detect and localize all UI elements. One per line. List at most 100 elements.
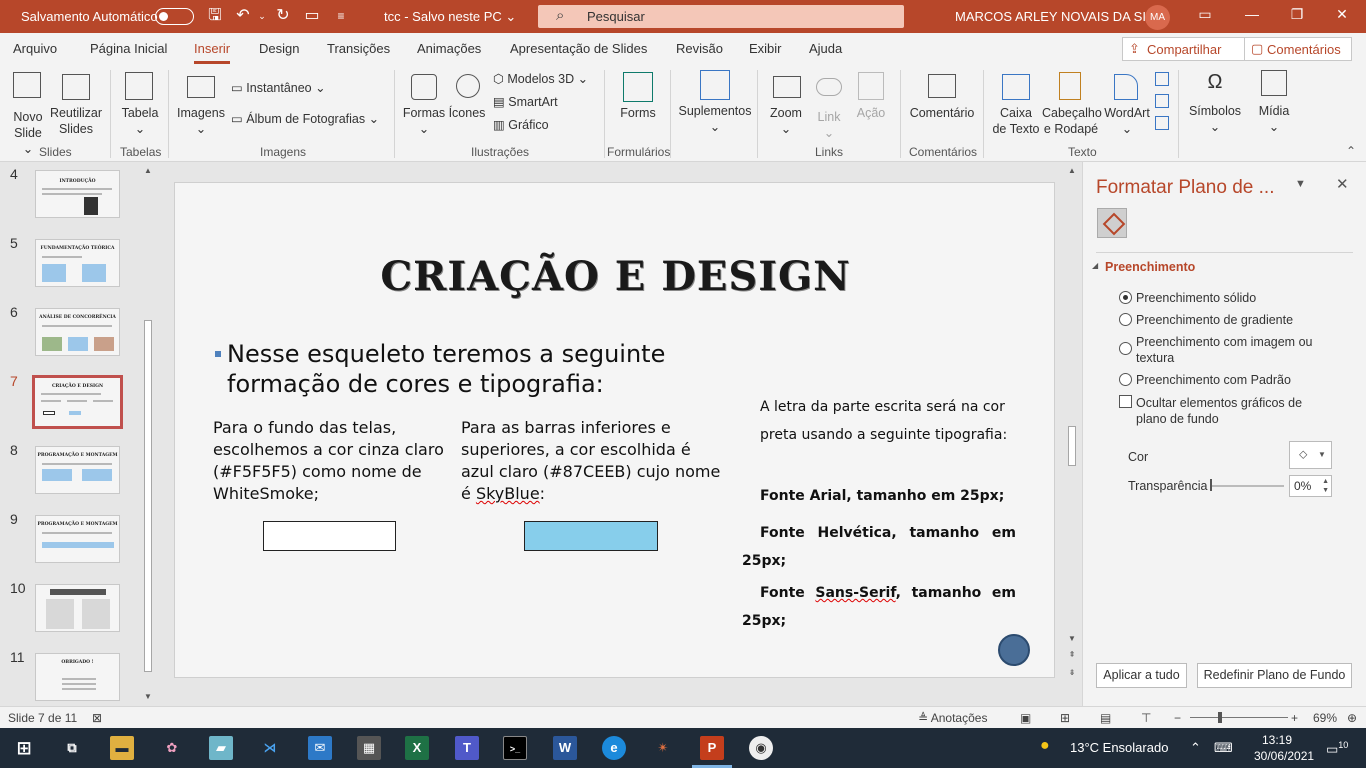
tab-exibir[interactable]: Exibir — [749, 41, 782, 56]
slide-thumbnail[interactable]: FUNDAMENTAÇÃO TEÓRICA — [35, 239, 120, 287]
share-button[interactable]: ⇪ Compartilhar — [1122, 37, 1259, 61]
tab-design[interactable]: Design — [259, 41, 299, 56]
slide-title[interactable]: CRIAÇÃO E DESIGN — [175, 253, 1056, 300]
reading-view-icon[interactable]: ▤ — [1100, 711, 1111, 725]
slide-scrollbar[interactable]: ▲ ▼ ⇞ ⇟ — [1066, 162, 1078, 706]
task-view-icon[interactable]: ⧉ — [60, 736, 84, 760]
normal-view-icon[interactable]: ▣ — [1020, 711, 1031, 725]
table-button[interactable]: Tabela ⌄ — [118, 105, 162, 137]
avatar[interactable]: MA — [1145, 5, 1170, 30]
present-icon[interactable]: ▭ — [302, 6, 322, 26]
calculator-icon[interactable]: ▦ — [357, 736, 381, 760]
images-button[interactable]: Imagens ⌄ — [176, 105, 226, 137]
slide-bullet-text[interactable]: Nesse esqueleto teremos a seguinte forma… — [215, 339, 755, 399]
date-time-icon[interactable] — [1155, 72, 1169, 86]
slide-text-font-intro[interactable]: A letra da parte escrita será na cor pre… — [760, 393, 1020, 449]
tab-pagina-inicial[interactable]: Página Inicial — [90, 41, 167, 56]
edge-icon[interactable]: e — [602, 736, 626, 760]
slide-text-bars[interactable]: Para as barras inferiores e superiores, … — [461, 417, 727, 505]
thumbnail-scrollbar[interactable]: ▲ ▼ — [142, 162, 154, 706]
slide-number-icon[interactable] — [1155, 94, 1169, 108]
teams-icon[interactable]: T — [455, 736, 479, 760]
header-footer-button[interactable]: Cabeçalho e Rodapé — [1042, 105, 1102, 137]
chart-button[interactable]: ▥ Gráfico — [493, 117, 549, 133]
word-icon[interactable]: W — [553, 736, 577, 760]
close-icon[interactable]: ✕ — [1336, 175, 1349, 193]
scroll-up-icon[interactable]: ▲ — [142, 166, 154, 175]
slide-text-font2[interactable]: Fonte Helvética, tamanho em 25px; — [742, 519, 1016, 575]
scroll-thumb[interactable] — [144, 320, 152, 672]
ribbon-display-icon[interactable]: ▭ — [1193, 6, 1217, 26]
tab-transicoes[interactable]: Transições — [327, 41, 390, 56]
app-icon[interactable]: ▰ — [209, 736, 233, 760]
pane-options-icon[interactable]: ▼ — [1295, 178, 1306, 190]
undo-dropdown-icon[interactable]: ⌄ — [252, 6, 272, 26]
whitesmoke-swatch[interactable] — [263, 521, 396, 551]
gradient-fill-radio[interactable] — [1119, 313, 1132, 326]
minimize-icon[interactable]: — — [1240, 6, 1264, 26]
wordart-button[interactable]: WordArt ⌄ — [1101, 105, 1153, 137]
tab-inserir[interactable]: Inserir — [194, 41, 231, 64]
smartart-button[interactable]: ▤ SmartArt — [493, 94, 558, 110]
vscode-icon[interactable]: ⋊ — [258, 736, 282, 760]
tab-animacoes[interactable]: Animações — [417, 41, 481, 56]
collapse-ribbon-icon[interactable]: ⌃ — [1346, 144, 1356, 158]
scroll-down-icon[interactable]: ▼ — [1066, 634, 1078, 643]
tab-revisao[interactable]: Revisão — [676, 41, 723, 56]
zoom-level[interactable]: 69% — [1313, 711, 1337, 725]
slide-text-background[interactable]: Para o fundo das telas, escolhemos a cor… — [213, 417, 445, 505]
pattern-fill-radio[interactable] — [1119, 373, 1132, 386]
weather-sun-icon[interactable]: ● — [1040, 737, 1050, 755]
undo-icon[interactable]: ↶ — [233, 6, 253, 26]
symbols-button[interactable]: Símbolos ⌄ — [1186, 103, 1244, 135]
apply-to-all-button[interactable]: Aplicar a tudo — [1096, 663, 1187, 688]
zoom-button[interactable]: Zoom ⌄ — [766, 105, 806, 137]
slide-thumbnail[interactable]: ANÁLISE DE CONCORRÊNCIA — [35, 308, 120, 356]
autosave-toggle[interactable] — [155, 8, 194, 25]
spinner-icon[interactable]: ▲ ▼ — [1322, 477, 1329, 495]
fill-bucket-icon[interactable] — [1097, 208, 1127, 238]
reset-background-button[interactable]: Redefinir Plano de Fundo — [1197, 663, 1352, 688]
tab-apresentacao[interactable]: Apresentação de Slides — [510, 41, 647, 56]
action-button[interactable]: Ação — [853, 105, 889, 121]
shapes-button[interactable]: Formas ⌄ — [401, 105, 447, 137]
slide-canvas[interactable]: CRIAÇÃO E DESIGN Nesse esqueleto teremos… — [174, 182, 1055, 678]
weather-text[interactable]: 13°C Ensolarado — [1070, 740, 1168, 755]
save-icon[interactable]: 🖫 — [205, 6, 225, 26]
slide-text-font3[interactable]: Fonte Sans-Serif, tamanho em 25px; — [742, 579, 1016, 635]
scroll-up-icon[interactable]: ▲ — [1066, 166, 1078, 175]
object-icon[interactable] — [1155, 116, 1169, 130]
icons-button[interactable]: Ícones — [447, 105, 487, 121]
forms-button[interactable]: Forms — [615, 105, 661, 121]
tab-ajuda[interactable]: Ajuda — [809, 41, 842, 56]
document-title[interactable]: tcc - Salvo neste PC ⌄ — [384, 9, 516, 25]
slideshow-icon[interactable]: ⊤ — [1141, 711, 1151, 725]
clock[interactable]: 13:19 30/06/2021 — [1254, 732, 1314, 764]
comments-button[interactable]: ▢ Comentários — [1244, 37, 1352, 61]
slide-sorter-icon[interactable]: ⊞ — [1060, 711, 1070, 725]
fill-section-header[interactable]: Preenchimento — [1092, 260, 1195, 274]
addins-button[interactable]: Suplementos ⌄ — [678, 103, 752, 135]
restore-icon[interactable]: ❐ — [1285, 6, 1309, 26]
zoom-in-icon[interactable]: + — [1291, 711, 1298, 725]
file-explorer-icon[interactable]: ▬ — [110, 736, 134, 760]
accessibility-icon[interactable]: ⊠ — [92, 711, 102, 725]
close-icon[interactable]: ✕ — [1330, 6, 1354, 26]
screenshot-button[interactable]: ▭ Instantâneo ⌄ — [231, 80, 326, 96]
slide-thumbnail[interactable] — [35, 584, 120, 632]
redo-icon[interactable]: ↻ — [273, 6, 293, 26]
reuse-slides-button[interactable]: Reutilizar Slides — [49, 105, 103, 137]
terminal-icon[interactable]: >_ — [503, 736, 527, 760]
transparency-slider[interactable] — [1210, 479, 1284, 491]
photo-album-button[interactable]: ▭ Álbum de Fotografias ⌄ — [231, 111, 379, 127]
link-button[interactable]: Link ⌄ — [812, 109, 846, 141]
media-button[interactable]: Mídia ⌄ — [1253, 103, 1295, 135]
scroll-down-icon[interactable]: ▼ — [142, 692, 154, 701]
textbox-button[interactable]: Caixa de Texto — [991, 105, 1041, 137]
media-player-icon[interactable]: ◉ — [749, 736, 773, 760]
picture-fill-radio[interactable] — [1119, 342, 1132, 355]
zoom-slider[interactable] — [1190, 712, 1288, 723]
prev-slide-icon[interactable]: ⇞ — [1066, 650, 1078, 659]
notification-icon[interactable]: ▭10 — [1326, 740, 1348, 757]
fit-slide-icon[interactable]: ⊕ — [1347, 711, 1357, 725]
